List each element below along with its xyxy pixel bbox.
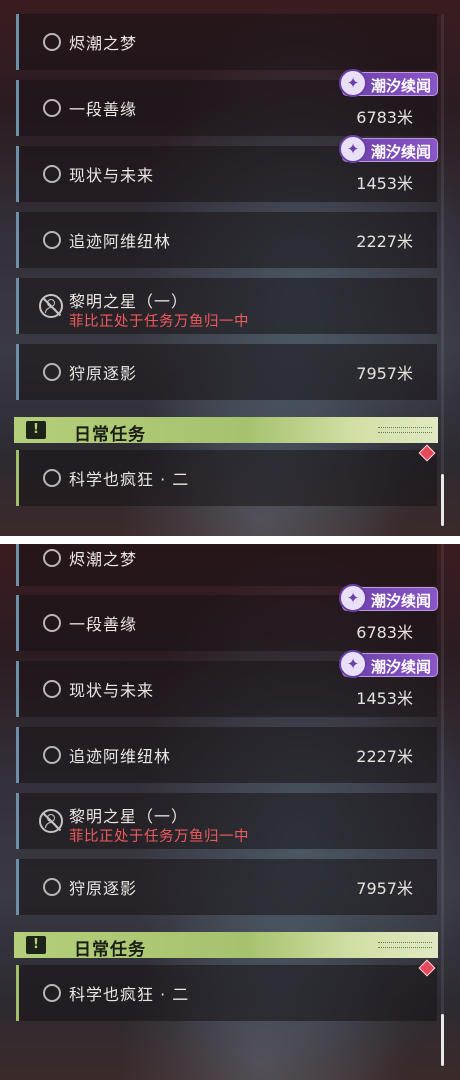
quest-warning-text: 菲比正处于任务万鱼归一中 <box>69 314 249 330</box>
tidal-tale-badge: ✦ 潮汐续闻 <box>339 69 438 97</box>
daily-quests-header[interactable]: ! 日常任务 <box>14 932 438 960</box>
quest-item-locked[interactable]: 黎明之星（一） 菲比正处于任务万鱼归一中 <box>16 278 437 334</box>
quest-distance: 7957米 <box>356 879 413 898</box>
quest-title: 追迹阿维纽林 <box>69 747 172 766</box>
quest-status-circle-icon <box>43 746 61 764</box>
quest-status-circle-icon <box>43 33 61 51</box>
badge-label: 潮汐续闻 <box>371 592 432 610</box>
quest-title: 烬潮之梦 <box>69 550 138 569</box>
person-unavailable-icon <box>39 809 63 833</box>
quest-distance: 7957米 <box>356 364 413 383</box>
daily-quest-item[interactable]: 科学也疯狂 · 二 <box>16 965 437 1021</box>
daily-quests-header[interactable]: ! 日常任务 <box>14 417 438 445</box>
scrollbar-thumb[interactable] <box>441 1014 444 1066</box>
quest-title: 追迹阿维纽林 <box>69 232 172 251</box>
quest-item[interactable]: 追迹阿维纽林 2227米 <box>16 212 437 268</box>
quest-distance: 1453米 <box>356 689 413 708</box>
quest-status-circle-icon <box>43 165 61 183</box>
tidal-tale-badge: ✦ 潮汐续闻 <box>339 584 438 612</box>
quest-status-circle-icon <box>43 878 61 896</box>
quest-distance: 2227米 <box>356 232 413 251</box>
quest-panel-top: 烬潮之梦 一段善缘 6783米 ✦ 潮汐续闻 现状与未来 1453米 ✦ 潮汐续… <box>0 0 460 536</box>
quest-warning-text: 菲比正处于任务万鱼归一中 <box>69 829 249 845</box>
quest-title: 狩原逐影 <box>69 364 138 383</box>
quest-item[interactable]: 追迹阿维纽林 2227米 <box>16 727 437 783</box>
quest-item[interactable]: 烬潮之梦 <box>16 14 437 70</box>
tidal-tale-icon: ✦ <box>339 69 367 97</box>
quest-distance: 1453米 <box>356 174 413 193</box>
screen-separator <box>0 536 460 544</box>
quest-status-circle-icon <box>43 363 61 381</box>
quest-panel-bottom: 烬潮之梦 一段善缘 6783米 ✦ 潮汐续闻 现状与未来 1453米 ✦ 潮汐续… <box>0 544 460 1080</box>
section-label: 日常任务 <box>74 425 146 445</box>
quest-status-circle-icon <box>43 614 61 632</box>
tidal-tale-badge: ✦ 潮汐续闻 <box>339 135 438 163</box>
scrollbar-thumb[interactable] <box>441 474 444 526</box>
section-label: 日常任务 <box>74 940 146 960</box>
header-decoration <box>378 942 432 948</box>
person-unavailable-icon <box>39 294 63 318</box>
daily-quest-item[interactable]: 科学也疯狂 · 二 <box>16 450 437 506</box>
header-decoration <box>378 427 432 433</box>
quest-distance: 2227米 <box>356 747 413 766</box>
quest-item[interactable]: 狩原逐影 7957米 <box>16 859 437 915</box>
quest-title: 一段善缘 <box>69 615 138 634</box>
quest-distance: 6783米 <box>356 108 413 127</box>
tidal-tale-icon: ✦ <box>339 584 367 612</box>
quest-title: 现状与未来 <box>69 166 155 185</box>
quest-status-circle-icon <box>43 984 61 1002</box>
quest-title: 黎明之星（一） <box>69 807 189 826</box>
quest-title: 烬潮之梦 <box>69 34 138 53</box>
quest-status-circle-icon <box>43 231 61 249</box>
quest-title: 黎明之星（一） <box>69 292 189 311</box>
quest-title: 狩原逐影 <box>69 879 138 898</box>
quest-item[interactable]: 狩原逐影 7957米 <box>16 344 437 400</box>
badge-label: 潮汐续闻 <box>371 658 432 676</box>
quest-status-circle-icon <box>43 469 61 487</box>
quest-status-circle-icon <box>43 549 61 567</box>
quest-title: 一段善缘 <box>69 100 138 119</box>
quest-status-circle-icon <box>43 680 61 698</box>
badge-label: 潮汐续闻 <box>371 143 432 161</box>
quest-title: 现状与未来 <box>69 681 155 700</box>
scrollbar-track[interactable] <box>441 14 444 526</box>
quest-status-circle-icon <box>43 99 61 117</box>
exclamation-icon: ! <box>26 936 46 954</box>
tidal-tale-badge: ✦ 潮汐续闻 <box>339 650 438 678</box>
tidal-tale-icon: ✦ <box>339 650 367 678</box>
quest-title: 科学也疯狂 · 二 <box>69 470 190 489</box>
quest-distance: 6783米 <box>356 623 413 642</box>
scrollbar-track[interactable] <box>441 544 444 1066</box>
tidal-tale-icon: ✦ <box>339 135 367 163</box>
badge-label: 潮汐续闻 <box>371 77 432 95</box>
quest-title: 科学也疯狂 · 二 <box>69 985 190 1004</box>
exclamation-icon: ! <box>26 421 46 439</box>
quest-item[interactable]: 烬潮之梦 <box>16 544 437 586</box>
quest-item-locked[interactable]: 黎明之星（一） 菲比正处于任务万鱼归一中 <box>16 793 437 849</box>
